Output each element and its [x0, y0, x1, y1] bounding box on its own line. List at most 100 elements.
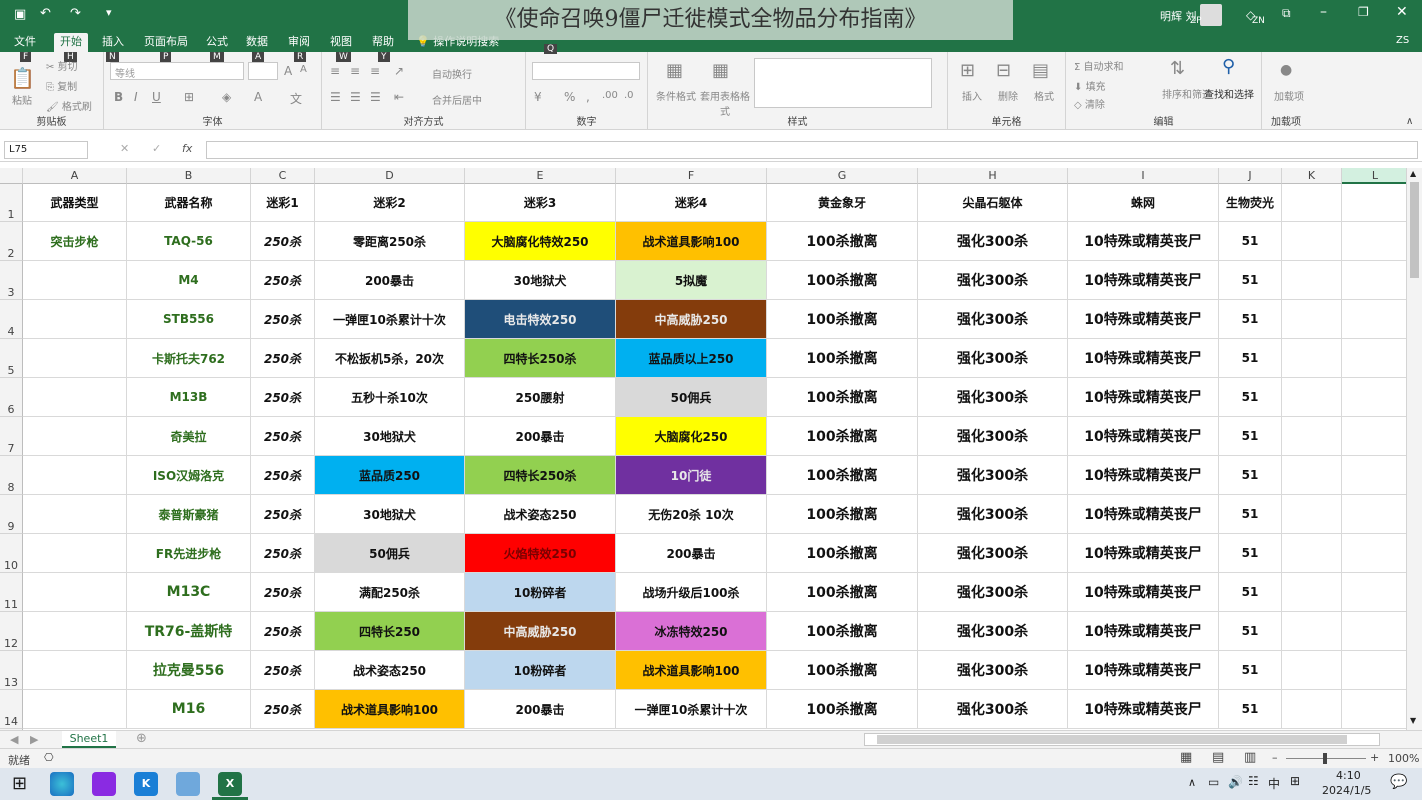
table-cell[interactable]: 四特长250杀	[465, 456, 616, 495]
orientation-icon[interactable]: ↗	[394, 64, 404, 78]
table-cell[interactable]	[23, 339, 127, 378]
decrease-decimal-icon[interactable]: .0	[624, 90, 634, 101]
row-header[interactable]: 14	[0, 690, 23, 729]
cancel-icon[interactable]: ✕	[120, 142, 129, 155]
table-cell[interactable]: 蓝品质250	[315, 456, 465, 495]
percent-icon[interactable]: %	[564, 90, 575, 104]
sheet-tab-sheet1[interactable]: Sheet1	[62, 731, 116, 748]
row-header[interactable]: 5	[0, 339, 23, 378]
table-cell[interactable]	[1342, 573, 1406, 612]
table-cell[interactable]: TAQ-56	[127, 222, 251, 261]
row-header[interactable]: 2	[0, 222, 23, 261]
table-cell[interactable]: 强化300杀	[918, 495, 1068, 534]
header-cell[interactable]: 生物荧光	[1219, 184, 1282, 222]
copy-button[interactable]: ⎘ 复制	[46, 78, 77, 93]
close-icon[interactable]: ✕	[1396, 4, 1408, 20]
avatar[interactable]	[1200, 4, 1222, 26]
find-select-button[interactable]: 查找和选择	[1204, 86, 1254, 101]
table-cell[interactable]: 拉克曼556	[127, 651, 251, 690]
table-cell[interactable]: 250杀	[251, 222, 315, 261]
clock-date[interactable]: 2024/1/5	[1322, 784, 1371, 797]
insert-function-icon[interactable]: fx	[182, 142, 192, 155]
header-cell[interactable]: 蛛网	[1068, 184, 1219, 222]
indent-icon[interactable]: ⇤	[394, 90, 404, 104]
macro-record-icon[interactable]: ⎔	[44, 751, 54, 764]
table-cell[interactable]	[1282, 378, 1342, 417]
format-painter-button[interactable]: 🖌 格式刷	[46, 98, 92, 113]
scroll-thumb[interactable]	[1410, 182, 1419, 278]
column-header[interactable]: C	[251, 168, 315, 184]
table-cell[interactable]: 51	[1219, 378, 1282, 417]
table-cell[interactable]: 10特殊或精英丧尸	[1068, 534, 1219, 573]
table-cell[interactable]: 一弹匣10杀累计十次	[315, 300, 465, 339]
k-app-icon[interactable]: K	[134, 772, 158, 796]
align-center-icon[interactable]: ☰	[350, 90, 361, 104]
sort-filter-icon[interactable]: ⇅	[1170, 58, 1185, 79]
table-cell[interactable]: 250杀	[251, 534, 315, 573]
table-cell[interactable]: 30地狱犬	[465, 261, 616, 300]
header-cell[interactable]: 尖晶石躯体	[918, 184, 1068, 222]
table-cell[interactable]: ISO汉姆洛克	[127, 456, 251, 495]
ribbon-display-icon[interactable]: ⧉	[1282, 6, 1291, 21]
table-cell[interactable]: 100杀撤离	[767, 378, 918, 417]
column-header[interactable]: A	[23, 168, 127, 184]
table-cell[interactable]: STB556	[127, 300, 251, 339]
merge-center-button[interactable]: 合并后居中	[432, 92, 482, 107]
header-cell[interactable]: 迷彩1	[251, 184, 315, 222]
table-cell[interactable]	[1342, 690, 1406, 729]
excel-taskbar-icon[interactable]: X	[218, 772, 242, 796]
table-cell[interactable]: 100杀撤离	[767, 222, 918, 261]
table-cell[interactable]: 无伤20杀 10次	[616, 495, 767, 534]
table-cell[interactable]: 战术道具影响100	[616, 222, 767, 261]
table-cell[interactable]: 250杀	[251, 495, 315, 534]
table-cell[interactable]: 100杀撤离	[767, 495, 918, 534]
table-cell[interactable]: 250杀	[251, 573, 315, 612]
horizontal-scrollbar[interactable]	[864, 733, 1380, 746]
tray-chevron-icon[interactable]: ∧	[1188, 776, 1196, 789]
table-cell[interactable]: 电击特效250	[465, 300, 616, 339]
row-header[interactable]: 3	[0, 261, 23, 300]
phonetic-icon[interactable]: 文	[290, 90, 302, 107]
table-cell[interactable]	[1342, 300, 1406, 339]
table-cell[interactable]	[1342, 378, 1406, 417]
windows-start-icon[interactable]: ⊞	[12, 773, 27, 794]
table-cell[interactable]	[1342, 651, 1406, 690]
format-table-icon[interactable]: ▦	[712, 60, 729, 81]
format-cells-icon[interactable]: ▤	[1032, 60, 1049, 81]
add-sheet-icon[interactable]: ⊕	[136, 731, 147, 746]
table-cell[interactable]: 51	[1219, 651, 1282, 690]
font-size-box[interactable]	[248, 62, 278, 80]
normal-view-icon[interactable]: ▦	[1180, 750, 1192, 765]
table-cell[interactable]: 强化300杀	[918, 651, 1068, 690]
table-cell[interactable]: M13C	[127, 573, 251, 612]
table-cell[interactable]: 10特殊或精英丧尸	[1068, 612, 1219, 651]
table-cell[interactable]: 一弹匣10杀累计十次	[616, 690, 767, 729]
table-cell[interactable]: 中高威胁250	[465, 612, 616, 651]
redo-icon[interactable]: ↷	[70, 6, 81, 21]
fill-button[interactable]: ⬇ 填充	[1074, 78, 1106, 93]
tab-home[interactable]: 开始	[54, 33, 88, 52]
align-bottom-icon[interactable]: ≡	[370, 64, 380, 78]
column-header[interactable]: E	[465, 168, 616, 184]
enter-icon[interactable]: ✓	[152, 142, 161, 155]
tab-help[interactable]: 帮助	[366, 33, 400, 52]
table-cell[interactable]	[23, 612, 127, 651]
page-break-view-icon[interactable]: ▥	[1244, 750, 1256, 765]
table-cell[interactable]: 战术姿态250	[465, 495, 616, 534]
insert-cells-button[interactable]: 插入	[962, 88, 982, 103]
table-cell[interactable]	[1282, 690, 1342, 729]
scroll-down-icon[interactable]: ▼	[1410, 716, 1416, 725]
table-cell[interactable]	[1282, 261, 1342, 300]
addins-button[interactable]: 加载项	[1274, 88, 1304, 103]
table-cell[interactable]: 250杀	[251, 378, 315, 417]
table-cell[interactable]	[1282, 534, 1342, 573]
paste-button[interactable]: 粘贴	[12, 92, 32, 107]
save-icon[interactable]: ▣	[14, 7, 26, 22]
vertical-scrollbar[interactable]: ▲ ▼	[1406, 168, 1422, 730]
decrease-font-icon[interactable]: A	[300, 64, 307, 75]
table-cell[interactable]: 250腰射	[465, 378, 616, 417]
table-cell[interactable]: 战术道具影响100	[315, 690, 465, 729]
header-cell[interactable]: 迷彩3	[465, 184, 616, 222]
table-cell[interactable]	[1342, 612, 1406, 651]
row-header[interactable]: 13	[0, 651, 23, 690]
